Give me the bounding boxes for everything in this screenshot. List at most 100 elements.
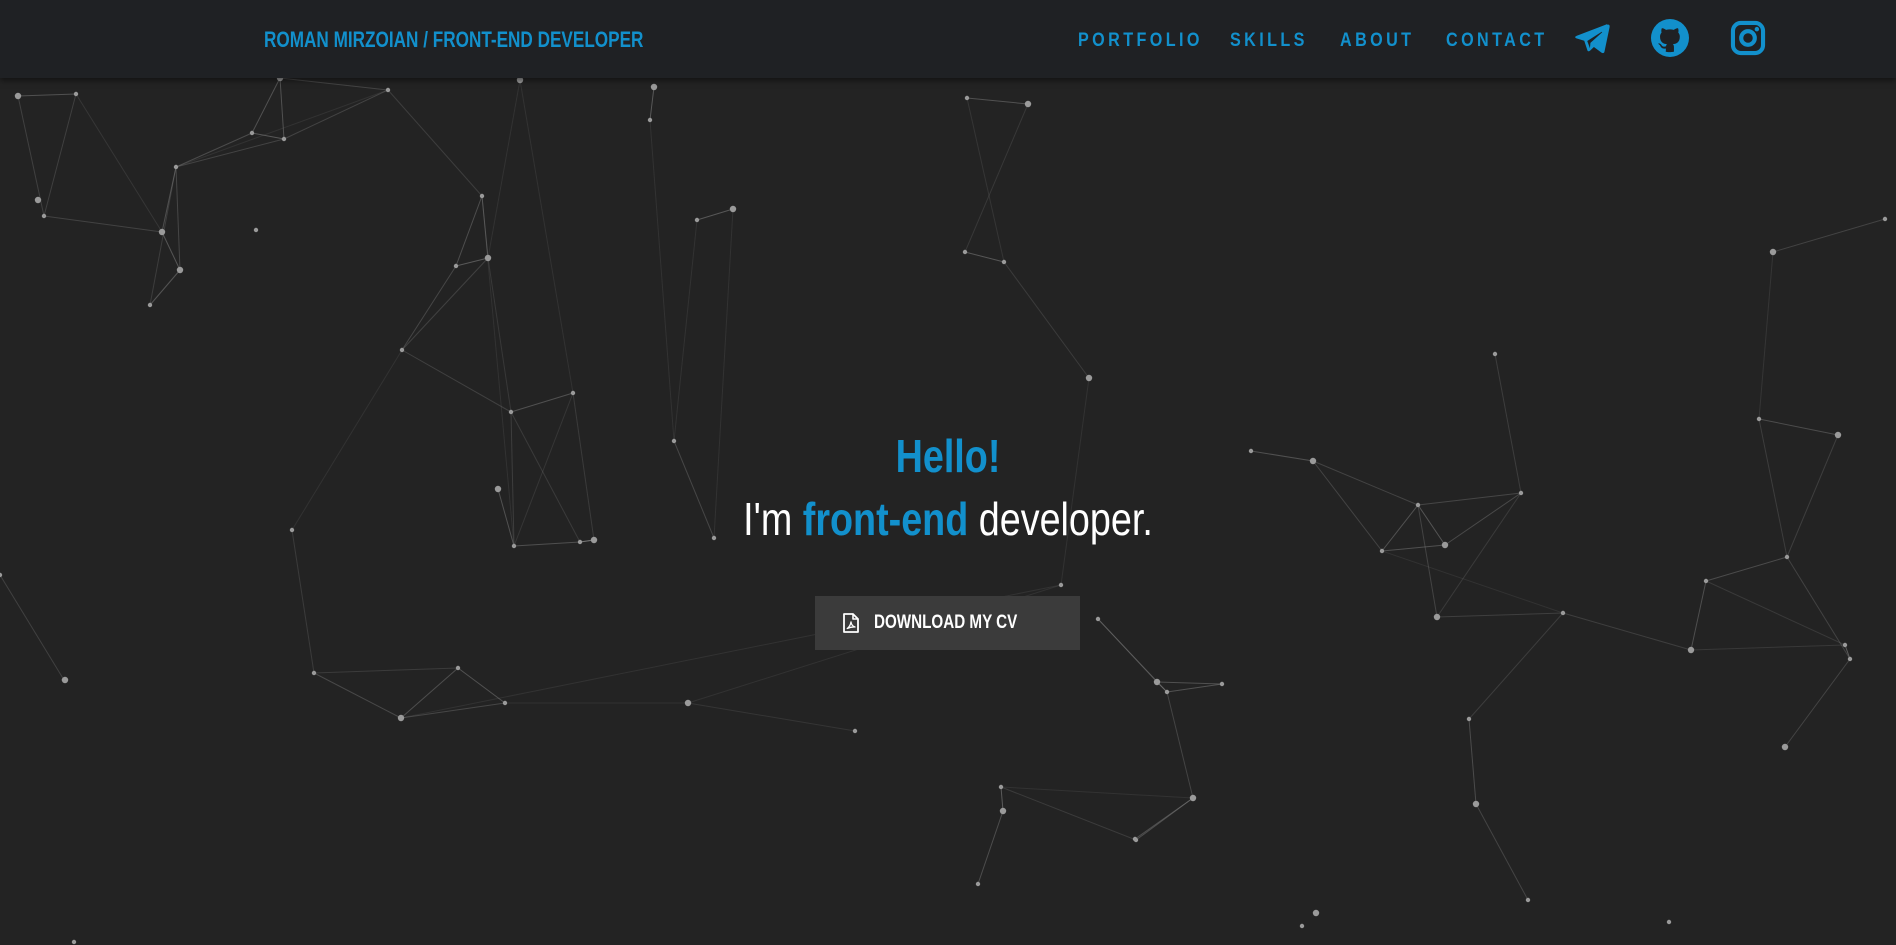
network-node [1834,431,1842,439]
network-node [484,254,492,262]
network-link [1060,377,1090,586]
network-node [1024,100,1032,108]
network-link [966,97,1029,105]
network-node [453,263,459,269]
network-node [14,92,22,100]
network-node [650,83,658,91]
network-link [313,672,402,719]
network-node [281,136,287,142]
network-link [1134,797,1194,840]
network-link [1166,691,1194,799]
network-node [1703,578,1709,584]
github-icon[interactable] [1651,19,1689,57]
network-node [73,91,79,97]
network-node [1472,800,1480,808]
network-node [729,205,737,213]
network-node [455,665,461,671]
network-node [1189,794,1197,802]
network-link [175,166,181,271]
network-node [1882,216,1888,222]
network-link [387,89,483,197]
network-node [158,228,166,236]
network-link [1312,460,1383,552]
network-link [1250,450,1314,462]
navbar: ROMAN MIRZOIAN / FRONT-END DEVELOPER POR… [0,0,1896,78]
network-node [1132,836,1138,842]
network-node [289,527,295,533]
network-node [998,784,1004,790]
network-link [313,667,459,674]
network-link [279,77,285,140]
network-node [397,714,405,722]
network-link [401,257,489,351]
network-link [1758,418,1788,558]
network-link [1786,556,1851,660]
network-link [696,208,734,221]
network-link [1758,251,1774,420]
network-node [253,227,259,233]
network-node [975,881,981,887]
network-link [1705,556,1788,582]
network-link [1417,504,1438,618]
network-link [649,86,655,121]
nav-link-portfolio[interactable]: PORTFOLIO [1078,27,1203,55]
network-link [1166,683,1223,693]
network-link [279,77,389,91]
network-node [1309,457,1317,465]
particle-network-background [0,74,1888,945]
network-node [1756,416,1762,422]
network-link [1381,544,1446,552]
network-link [1705,580,1846,646]
nav-link-contact[interactable]: CONTACT [1446,27,1548,55]
network-link [713,208,734,539]
network-link [401,265,457,351]
network-link [1562,612,1692,651]
network-node [1492,351,1498,357]
network-node [508,409,514,415]
network-node [1095,616,1101,622]
network-node [1666,919,1672,925]
network-node [502,700,508,706]
network-node [1842,642,1848,648]
network-node [61,676,69,684]
network-link [161,231,181,271]
download-cv-button[interactable]: DOWNLOAD MY CV [815,596,1080,650]
network-link [519,79,574,394]
network-link [75,93,163,233]
network-node [311,670,317,676]
network-node [1085,374,1093,382]
network-node [852,728,858,734]
network-link [400,702,506,719]
network-link [1494,353,1522,494]
network-node [0,572,3,578]
network-node [1847,656,1853,662]
instagram-icon[interactable] [1729,19,1767,57]
network-link [1156,681,1223,685]
network-node [964,95,970,101]
network-node [1525,897,1531,903]
network-node [671,438,677,444]
nav-link-skills[interactable]: SKILLS [1230,27,1308,55]
network-link [149,166,177,306]
nav-link-about[interactable]: ABOUT [1340,27,1414,55]
network-link [1003,261,1090,379]
network-node [684,699,692,707]
network-link [455,195,483,267]
network-node [173,164,179,170]
network-node [1164,689,1170,695]
network-link [966,97,1005,263]
network-link [510,411,581,543]
network-node [1687,646,1695,654]
network-node [1441,541,1449,549]
network-node [1415,502,1421,508]
network-link [149,269,181,306]
network-node [590,536,598,544]
network-node [577,539,583,545]
network-node [399,347,405,353]
network-link [1475,803,1529,901]
network-link [1468,612,1564,720]
brand-title[interactable]: ROMAN MIRZOIAN / FRONT-END DEVELOPER [264,25,643,55]
network-node [1433,613,1441,621]
telegram-icon[interactable] [1573,19,1611,57]
network-link [400,667,459,719]
